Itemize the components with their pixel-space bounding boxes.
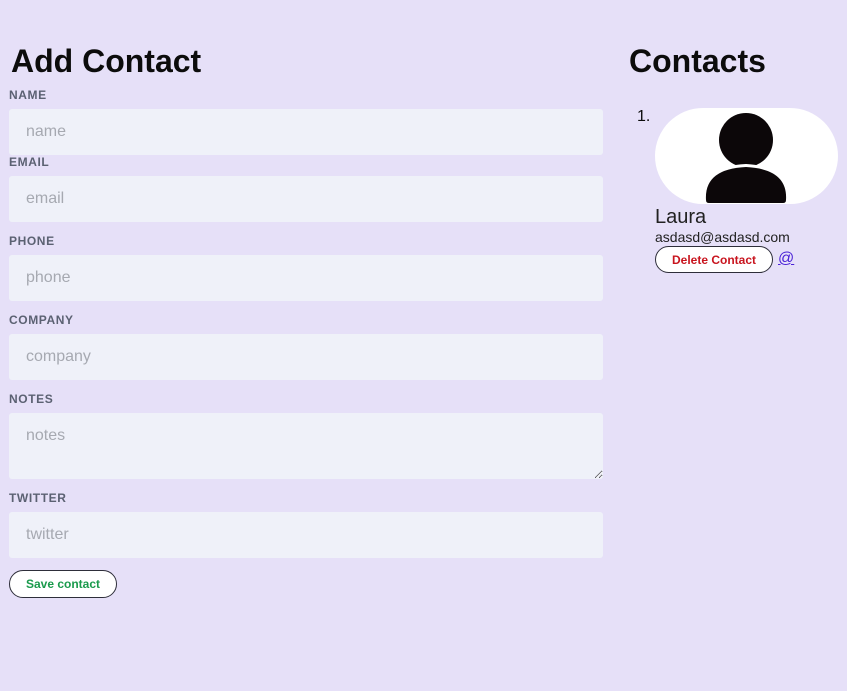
contact-avatar bbox=[655, 108, 838, 204]
notes-label: NOTES bbox=[9, 392, 54, 406]
phone-label: PHONE bbox=[9, 234, 55, 248]
page-title: Add Contact bbox=[11, 43, 202, 79]
contact-name: Laura bbox=[655, 206, 707, 228]
email-label: EMAIL bbox=[9, 155, 50, 169]
company-input[interactable] bbox=[9, 334, 603, 380]
name-label: NAME bbox=[9, 88, 47, 102]
twitter-input[interactable] bbox=[9, 512, 603, 558]
list-marker: 1. bbox=[637, 108, 651, 125]
twitter-label: TWITTER bbox=[9, 491, 67, 505]
delete-contact-button[interactable]: Delete Contact bbox=[655, 246, 773, 273]
company-label: COMPANY bbox=[9, 313, 74, 327]
notes-textarea[interactable] bbox=[9, 413, 603, 479]
contact-email: asdasd@asdasd.com bbox=[655, 229, 790, 245]
save-contact-button[interactable]: Save contact bbox=[9, 570, 117, 598]
user-silhouette-icon bbox=[702, 111, 790, 203]
twitter-link[interactable]: @ bbox=[778, 250, 794, 268]
phone-input[interactable] bbox=[9, 255, 603, 301]
name-input[interactable] bbox=[9, 109, 603, 155]
email-input[interactable] bbox=[9, 176, 603, 222]
contacts-title: Contacts bbox=[629, 43, 766, 79]
